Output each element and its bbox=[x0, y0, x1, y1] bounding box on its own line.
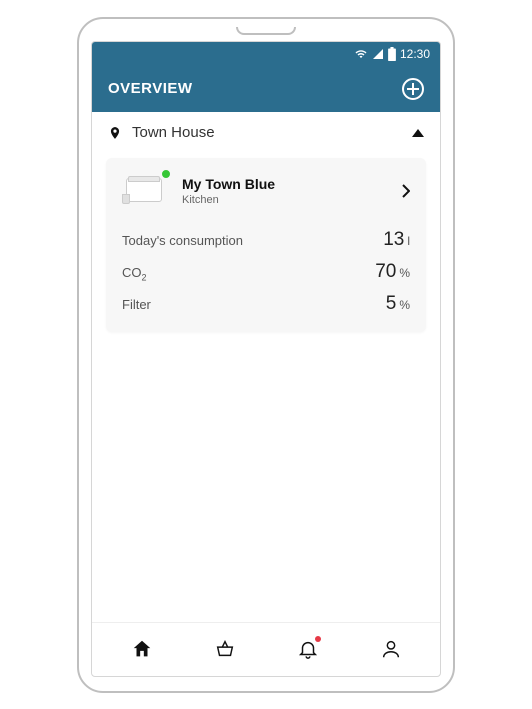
metric-label: Filter bbox=[122, 297, 151, 312]
add-button[interactable] bbox=[402, 78, 424, 100]
device-name: My Town Blue bbox=[182, 176, 390, 192]
nav-notifications[interactable] bbox=[291, 632, 325, 666]
metric-unit: % bbox=[399, 266, 410, 280]
status-time: 12:30 bbox=[400, 47, 430, 61]
notification-badge bbox=[315, 636, 321, 642]
metric-value: 13 bbox=[383, 229, 404, 251]
bottom-nav bbox=[92, 622, 440, 676]
page-title: OVERVIEW bbox=[108, 80, 193, 97]
wifi-icon bbox=[354, 48, 368, 60]
location-pin-icon bbox=[108, 124, 122, 142]
screen: 12:30 OVERVIEW Town House bbox=[91, 41, 441, 677]
content-area: My Town Blue Kitchen Today's consumption… bbox=[92, 154, 440, 622]
device-card: My Town Blue Kitchen Today's consumption… bbox=[106, 158, 426, 332]
device-summary-row[interactable]: My Town Blue Kitchen bbox=[122, 172, 410, 210]
location-name: Town House bbox=[132, 124, 402, 141]
battery-icon bbox=[388, 47, 396, 61]
metric-label: CO2 bbox=[122, 265, 147, 283]
status-dot-online bbox=[160, 168, 172, 180]
person-icon bbox=[380, 638, 402, 660]
app-header: OVERVIEW bbox=[92, 66, 440, 112]
metric-value: 70 bbox=[375, 261, 396, 283]
device-room: Kitchen bbox=[182, 194, 390, 206]
device-image bbox=[122, 172, 170, 210]
caret-up-icon bbox=[412, 129, 424, 137]
metric-unit: l bbox=[407, 234, 410, 248]
device-info: My Town Blue Kitchen bbox=[182, 176, 390, 206]
nav-shop[interactable] bbox=[208, 632, 242, 666]
basket-icon bbox=[214, 638, 236, 660]
metric-label: Today's consumption bbox=[122, 233, 243, 248]
metric-filter: Filter 5 % bbox=[122, 288, 410, 320]
signal-icon bbox=[372, 48, 384, 60]
nav-home[interactable] bbox=[125, 632, 159, 666]
metric-value: 5 bbox=[386, 293, 397, 315]
metric-co2: CO2 70 % bbox=[122, 256, 410, 288]
nav-profile[interactable] bbox=[374, 632, 408, 666]
chevron-right-icon bbox=[402, 184, 410, 198]
phone-speaker bbox=[236, 27, 296, 35]
phone-frame: 12:30 OVERVIEW Town House bbox=[77, 17, 455, 693]
home-icon bbox=[131, 638, 153, 660]
location-selector[interactable]: Town House bbox=[92, 112, 440, 154]
metric-unit: % bbox=[399, 298, 410, 312]
status-bar: 12:30 bbox=[92, 42, 440, 66]
metric-consumption: Today's consumption 13 l bbox=[122, 224, 410, 256]
plus-icon bbox=[407, 83, 419, 95]
